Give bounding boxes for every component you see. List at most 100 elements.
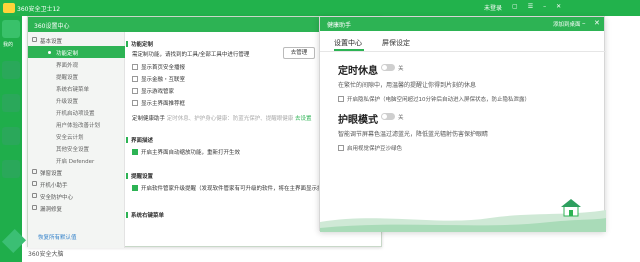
section-context-menu-title: 系统右键菜单 (126, 211, 164, 219)
health-assistant-window: 健康助手 添加到桌面 – ✕ 设置中心 屏保设定 定时休息 关 在繁忙的间隙中，… (319, 16, 606, 232)
nav-other-security[interactable]: 其他安全设置 (28, 142, 125, 154)
eye-mode-toggle[interactable] (381, 113, 395, 120)
nav-startup-items[interactable]: 开机启动项设置 (28, 106, 125, 118)
option-label: 显示游戏管家 (141, 89, 175, 95)
manage-button[interactable]: 去管理 (283, 47, 315, 59)
nav-protection-center[interactable]: 安全防护中心 (28, 190, 125, 202)
health-title: 健康助手 (327, 22, 352, 29)
shield-icon (32, 193, 37, 198)
eye-mode-title: 护眼模式 (338, 115, 378, 126)
settings-gear-icon (32, 37, 37, 42)
checkbox[interactable] (338, 145, 344, 151)
option-row[interactable]: 开启主界面自动缩放功能，重新打开生效 (132, 148, 240, 156)
nav-ux-plan[interactable]: 用户体验改善计划 (28, 118, 125, 130)
checkbox[interactable] (132, 64, 138, 70)
add-to-desktop-button[interactable]: 添加到桌面 (553, 20, 581, 28)
nav-popup-settings[interactable]: 弹窗设置 (28, 166, 125, 178)
popup-icon (32, 169, 37, 174)
section-reminder-title: 提醒设置 (126, 172, 153, 180)
helper-icon (32, 181, 37, 186)
option-label: 启用视觉保护豆沙绿色 (347, 146, 403, 152)
checkbox[interactable] (132, 100, 138, 106)
option-label: 显示首页安全播报 (141, 65, 186, 71)
eye-toggle-state: 关 (398, 115, 404, 121)
nav-label: 安全云计划 (56, 135, 84, 141)
break-desc: 在繁忙的间隙中，用温馨的提醒让你得到片刻的休息 (338, 82, 477, 89)
nav-vuln-fix[interactable]: 漏洞修复 (28, 202, 125, 214)
nav-label: 升级设置 (56, 99, 79, 105)
checkbox[interactable] (132, 76, 138, 82)
nav-label: 用户体验改善计划 (56, 123, 101, 129)
break-toggle-state: 关 (398, 66, 404, 72)
nav-feature-custom[interactable]: 功能定制 (28, 46, 125, 58)
computer-checkup-icon[interactable] (2, 20, 20, 38)
option-row[interactable]: 开启软件管家升级提醒（发现软件管家有可升级的软件，将在主界面显示提醒） (132, 184, 334, 192)
nav-label: 基本设置 (40, 39, 63, 45)
option-row[interactable]: 显示主界面推荐框 (132, 99, 185, 107)
option-label: 开启隐私保护（电脑空闲超过10分钟后自动进入屏保状态，防止隐私泄露） (347, 97, 531, 103)
privacy-option[interactable]: 开启隐私保护（电脑空闲超过10分钟后自动进入屏保状态，防止隐私泄露） (338, 95, 530, 103)
feature-tile-icon[interactable] (2, 61, 20, 79)
nav-label: 其他安全设置 (56, 147, 90, 153)
nav-basic-settings[interactable]: 基本设置 (28, 34, 125, 46)
green-tint-option[interactable]: 启用视觉保护豆沙绿色 (338, 144, 402, 152)
my-tab-label[interactable]: 我的 (3, 41, 13, 48)
option-label: 显示金融・互联室 (141, 77, 186, 83)
main-titlebar: 360安全卫士12 未登录 ▢ ☰ – ✕ (0, 0, 640, 16)
brand-name: 360安全大脑 (28, 251, 64, 258)
option-label: 开启软件管家升级提醒（发现软件管家有可升级的软件，将在主界面显示提醒） (141, 186, 334, 192)
health-row-label: 定制健康助手 (132, 116, 166, 122)
eye-mode-desc: 智能调节屏幕色温过滤蓝光，降低蓝光辐射伤害保护眼睛 (338, 131, 489, 138)
brand-footer (0, 228, 27, 262)
feature-tile-icon[interactable] (2, 160, 20, 178)
restore-defaults-link[interactable]: 恢复所有默认值 (38, 233, 77, 241)
nav-appearance[interactable]: 界面外观 (28, 58, 125, 70)
break-toggle[interactable] (381, 64, 395, 71)
nav-label: 开机小助手 (40, 183, 68, 189)
close-icon[interactable]: ✕ (594, 19, 600, 27)
nav-defender[interactable]: 开启 Defender (28, 154, 125, 166)
menu-icon[interactable]: ☰ (528, 3, 533, 12)
nav-upgrade[interactable]: 升级设置 (28, 94, 125, 106)
break-title: 定时休息 (338, 66, 378, 77)
checkbox[interactable] (132, 88, 138, 94)
login-status[interactable]: 未登录 (484, 3, 502, 12)
minimize-icon[interactable]: – (582, 19, 586, 27)
nav-label: 系统右键菜单 (56, 87, 90, 93)
checkbox-checked[interactable] (132, 149, 138, 155)
nav-cloud-plan[interactable]: 安全云计划 (28, 130, 125, 142)
tab-divider (320, 51, 606, 52)
option-row[interactable]: 显示首页安全播报 (132, 63, 185, 71)
option-row[interactable]: 显示金融・互联室 (132, 75, 185, 83)
option-row[interactable]: 显示游戏管家 (132, 87, 174, 95)
nav-label: 漏洞修复 (40, 207, 63, 213)
main-user-area: 未登录 ▢ ☰ – ✕ (484, 3, 561, 12)
settings-footer: 恢复所有默认值 (28, 228, 125, 248)
feature-tile-icon[interactable] (2, 94, 20, 112)
health-settings-link[interactable]: 去设置 (295, 116, 312, 122)
checkbox[interactable] (338, 96, 344, 102)
section-interface-title: 界面描述 (126, 136, 153, 144)
option-label: 显示主界面推荐框 (141, 101, 186, 107)
tab-settings-center[interactable]: 设置中心 (334, 38, 362, 48)
close-icon[interactable]: ✕ (556, 3, 561, 12)
minimize-icon[interactable]: – (543, 3, 546, 12)
tab-screensaver[interactable]: 屏保设定 (382, 38, 410, 48)
checkbox-checked[interactable] (132, 185, 138, 191)
health-row-desc: 定时休息、护护身心健康：防蓝光保护、提醒眼健康 (166, 116, 294, 122)
app-title: 360安全卫士12 (17, 6, 61, 13)
skin-icon[interactable]: ▢ (512, 3, 518, 12)
nav-context-menu[interactable]: 系统右键菜单 (28, 82, 125, 94)
patch-icon (32, 205, 37, 210)
nav-label: 开启 Defender (56, 159, 95, 165)
nav-reminder[interactable]: 提醒设置 (28, 70, 125, 82)
nav-label: 功能定制 (56, 51, 79, 57)
settings-title: 360设置中心 (34, 23, 70, 30)
health-titlebar: 健康助手 添加到桌面 – ✕ (320, 17, 604, 31)
nav-startup-helper[interactable]: 开机小助手 (28, 178, 125, 190)
brain-logo-icon (1, 228, 27, 254)
feature-tile-icon[interactable] (2, 127, 20, 145)
nav-label: 提醒设置 (56, 75, 79, 81)
hill-scenery-illustration (320, 199, 606, 232)
nav-label: 弹窗设置 (40, 171, 63, 177)
